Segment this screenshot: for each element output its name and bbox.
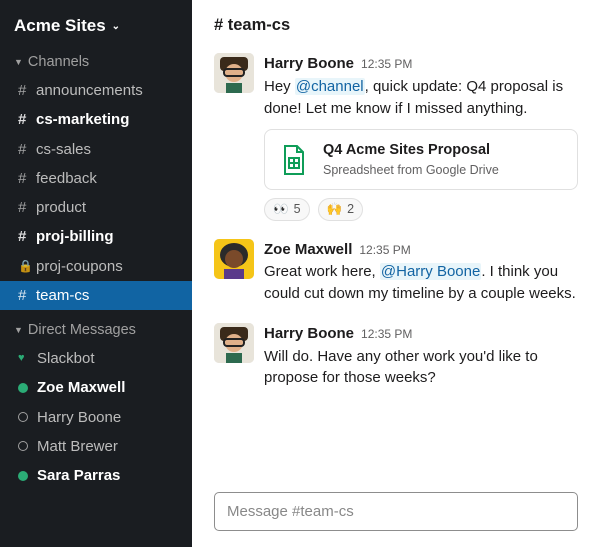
message-body: Harry Boone 12:35 PM Will do. Have any oth… [264, 323, 578, 389]
main-panel: # team-cs Harry Boone 12:35 PM Hey @channe… [192, 0, 600, 547]
dm-list: ♥ Slackbot Zoe Maxwell Harry Boone Matt Brew… [0, 344, 192, 490]
sidebar-dm-sara-parras[interactable]: Sara Parras [0, 461, 192, 490]
mention[interactable]: @Harry Boone [380, 263, 481, 280]
dms-label: Direct Messages [28, 322, 136, 338]
app-root: Acme Sites ⌄ ▼ Channels #announcements#c… [0, 0, 600, 547]
channel-label: proj-billing [36, 225, 113, 248]
sidebar-dm-harry-boone[interactable]: Harry Boone [0, 403, 192, 432]
file-attachment[interactable]: Q4 Acme Sites ProposalSpreadsheet from G… [264, 129, 578, 190]
channel-list: #announcements#cs-marketing#cs-sales#fee… [0, 76, 192, 310]
workspace-name: Acme Sites [14, 16, 106, 36]
presence-active-icon [18, 383, 28, 393]
reaction-count: 5 [294, 200, 301, 218]
message: Harry Boone 12:35 PM Will do. Have any oth… [214, 323, 578, 389]
sender-name[interactable]: Zoe Maxwell [264, 239, 352, 261]
message-list: Harry Boone 12:35 PM Hey @channel, quick u… [192, 45, 600, 488]
sidebar-channel-proj-coupons[interactable]: 🔒proj-coupons [0, 252, 192, 281]
message-text: Hey @channel, quick update: Q4 proposal … [264, 76, 578, 120]
reaction[interactable]: 👀5 [264, 198, 310, 220]
message-text: Great work here, @Harry Boone. I think y… [264, 261, 578, 305]
channel-label: cs-sales [36, 138, 91, 161]
channel-label: feedback [36, 167, 97, 190]
dm-label: Matt Brewer [37, 435, 118, 458]
mention[interactable]: @channel [295, 78, 365, 95]
reaction-count: 2 [347, 200, 354, 218]
caret-down-icon: ▼ [14, 325, 23, 335]
dm-label: Slackbot [37, 347, 95, 370]
dm-label: Zoe Maxwell [37, 376, 125, 399]
reaction-emoji: 🙌 [327, 200, 343, 218]
hash-icon: # [18, 138, 36, 161]
sidebar: Acme Sites ⌄ ▼ Channels #announcements#c… [0, 0, 192, 547]
avatar[interactable] [214, 239, 254, 279]
channel-label: product [36, 196, 86, 219]
message-text: Will do. Have any other work you'd like … [264, 346, 578, 390]
reaction[interactable]: 🙌2 [318, 198, 364, 220]
reaction-emoji: 👀 [273, 200, 289, 218]
hash-icon: # [18, 284, 36, 307]
avatar[interactable] [214, 53, 254, 93]
workspace-switcher[interactable]: Acme Sites ⌄ [0, 10, 192, 48]
sidebar-channel-team-cs[interactable]: #team-cs [0, 281, 192, 310]
hash-icon: # [18, 167, 36, 190]
sidebar-dm-zoe-maxwell[interactable]: Zoe Maxwell [0, 373, 192, 402]
channel-label: team-cs [36, 284, 89, 307]
reactions: 👀5🙌2 [264, 198, 578, 220]
channel-label: cs-marketing [36, 108, 129, 131]
sender-name[interactable]: Harry Boone [264, 53, 354, 75]
google-sheets-icon [277, 143, 311, 177]
attachment-subtitle: Spreadsheet from Google Drive [323, 161, 499, 179]
attachment-title: Q4 Acme Sites Proposal [323, 140, 499, 161]
lock-icon: 🔒 [18, 257, 36, 276]
message: Harry Boone 12:35 PM Hey @channel, quick u… [214, 53, 578, 221]
sidebar-channel-cs-marketing[interactable]: #cs-marketing [0, 105, 192, 134]
dms-section-header[interactable]: ▼ Direct Messages [0, 316, 192, 344]
message-body: Zoe Maxwell 12:35 PM Great work here, @Har… [264, 239, 578, 305]
channels-section-header[interactable]: ▼ Channels [0, 48, 192, 76]
hash-icon: # [18, 79, 36, 102]
sidebar-dm-matt-brewer[interactable]: Matt Brewer [0, 432, 192, 461]
sidebar-dm-slackbot[interactable]: ♥ Slackbot [0, 344, 192, 373]
composer-wrap: Message #team-cs [192, 488, 600, 547]
channel-label: proj-coupons [36, 255, 123, 278]
channels-label: Channels [28, 54, 89, 70]
sidebar-channel-announcements[interactable]: #announcements [0, 76, 192, 105]
timestamp: 12:35 PM [361, 56, 412, 73]
caret-down-icon: ▼ [14, 57, 23, 67]
chevron-down-icon: ⌄ [112, 21, 120, 32]
heart-icon: ♥ [18, 350, 28, 367]
hash-icon: # [18, 108, 36, 131]
message-body: Harry Boone 12:35 PM Hey @channel, quick u… [264, 53, 578, 221]
sidebar-channel-product[interactable]: #product [0, 193, 192, 222]
channel-label: announcements [36, 79, 143, 102]
dm-label: Sara Parras [37, 464, 120, 487]
sidebar-channel-proj-billing[interactable]: #proj-billing [0, 222, 192, 251]
presence-away-icon [18, 412, 28, 422]
message-input[interactable]: Message #team-cs [214, 492, 578, 531]
placeholder-text: Message #team-cs [227, 503, 354, 520]
timestamp: 12:35 PM [359, 242, 410, 259]
presence-away-icon [18, 441, 28, 451]
dm-label: Harry Boone [37, 406, 121, 429]
avatar[interactable] [214, 323, 254, 363]
message: Zoe Maxwell 12:35 PM Great work here, @Har… [214, 239, 578, 305]
channel-title: # team-cs [192, 0, 600, 45]
sender-name[interactable]: Harry Boone [264, 323, 354, 345]
hash-icon: # [18, 196, 36, 219]
sidebar-channel-feedback[interactable]: #feedback [0, 164, 192, 193]
timestamp: 12:35 PM [361, 326, 412, 343]
hash-icon: # [18, 225, 36, 248]
sidebar-channel-cs-sales[interactable]: #cs-sales [0, 135, 192, 164]
presence-active-icon [18, 471, 28, 481]
